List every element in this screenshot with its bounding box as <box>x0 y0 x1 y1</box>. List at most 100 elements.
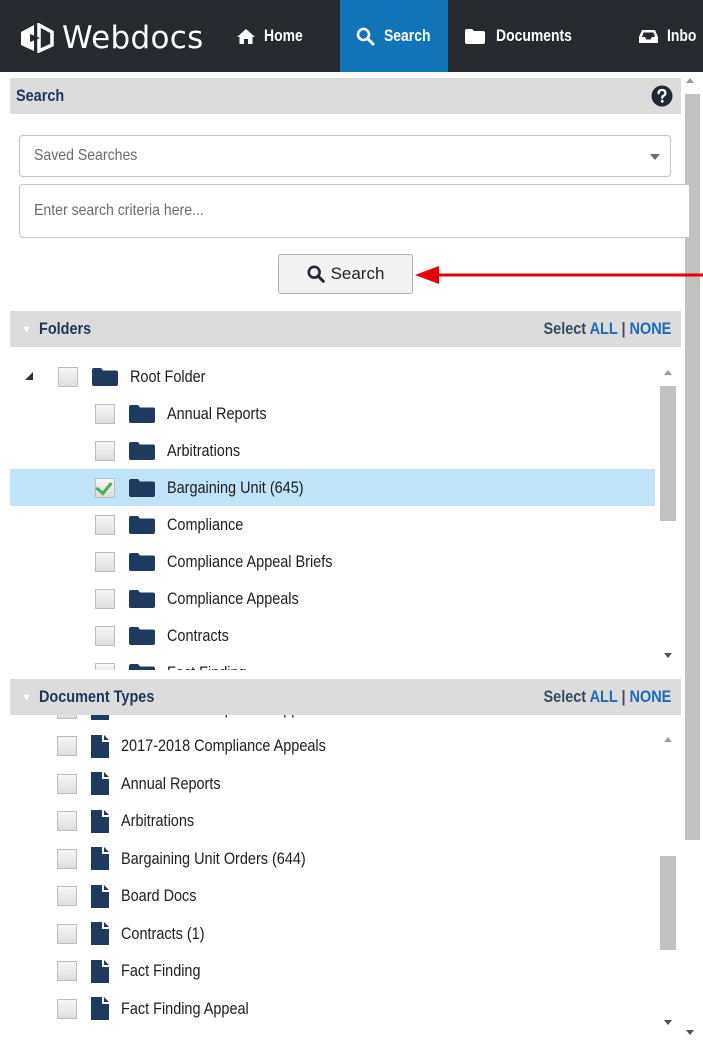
folder-checkbox[interactable] <box>95 440 115 461</box>
search-button[interactable]: Search <box>278 254 413 294</box>
folders-select-separator: | <box>621 319 626 338</box>
doctype-checkbox[interactable] <box>57 811 77 831</box>
doctype-row[interactable]: 2017-2018 Compliance Appeal Briefs <box>10 715 655 727</box>
doctypes-select-all-link[interactable]: ALL <box>589 687 617 706</box>
folder-label: Annual Reports <box>167 403 267 423</box>
question-circle-icon[interactable] <box>651 85 673 107</box>
folder-icon <box>129 442 155 460</box>
doctype-label: 2017-2018 Compliance Appeal Briefs <box>121 715 360 719</box>
doctype-row[interactable]: Fact Finding Appeal <box>10 990 655 1027</box>
brand[interactable]: Webdocs <box>18 18 204 58</box>
tree-expand-arrow-icon[interactable] <box>24 371 34 381</box>
folders-select-all-link[interactable]: ALL <box>589 319 617 338</box>
doctype-checkbox[interactable] <box>57 961 77 981</box>
saved-searches-placeholder: Saved Searches <box>34 147 138 164</box>
doctypes-scrollbar-thumb[interactable] <box>660 856 676 950</box>
folder-icon <box>129 405 155 423</box>
folder-label: Fact Finding <box>167 663 247 671</box>
doctype-row[interactable]: Bargaining Unit Orders (644) <box>10 840 655 877</box>
doctype-checkbox[interactable] <box>57 848 77 869</box>
nav-inbox[interactable]: Inbo <box>638 0 703 72</box>
nav-search[interactable]: Search <box>340 0 448 72</box>
collapse-arrow-icon[interactable]: ▾ <box>24 692 29 703</box>
doctype-checkbox[interactable] <box>57 715 77 719</box>
folder-icon <box>92 368 118 386</box>
folder-icon <box>129 627 155 645</box>
folders-select-none-link[interactable]: NONE <box>629 319 671 338</box>
search-criteria-input[interactable]: Enter search criteria here... <box>19 184 689 238</box>
folder-checkbox[interactable] <box>95 477 115 498</box>
folders-scrollbar[interactable] <box>656 358 678 670</box>
folder-row[interactable]: Bargaining Unit (645) <box>10 469 655 506</box>
nav-documents[interactable]: Documents <box>464 0 614 72</box>
folder-checkbox[interactable] <box>58 366 78 387</box>
doctypes-select-all-none: Select ALL | NONE <box>521 679 671 715</box>
doctype-row[interactable]: Board Docs <box>10 878 655 915</box>
search-panel-header: Search <box>10 78 681 114</box>
doctype-label: Contracts (1) <box>121 923 205 943</box>
folder-icon <box>129 516 155 534</box>
nav-documents-label: Documents <box>496 26 572 45</box>
document-icon <box>91 884 109 908</box>
folders-title: Folders <box>39 319 92 338</box>
document-types-panel-header: ▾ Document Types Select ALL | NONE <box>10 679 681 715</box>
folder-row[interactable]: Arbitrations <box>10 432 655 469</box>
doctype-checkbox[interactable] <box>57 923 77 944</box>
document-icon <box>91 809 109 833</box>
folder-label: Compliance Appeal Briefs <box>167 551 333 571</box>
folder-row[interactable]: Annual Reports <box>10 395 655 432</box>
page-scroll-down-icon[interactable] <box>686 1030 694 1035</box>
folder-label: Bargaining Unit (645) <box>167 477 304 497</box>
folder-row[interactable]: Compliance <box>10 506 655 543</box>
nav-inbox-label: Inbo <box>667 26 697 45</box>
folders-scrollbar-thumb[interactable] <box>660 386 676 521</box>
folder-row[interactable]: Fact Finding <box>10 654 655 670</box>
doctypes-scroll-down-icon[interactable] <box>664 1020 672 1025</box>
doctypes-select-none-link[interactable]: NONE <box>629 687 671 706</box>
folder-checkbox[interactable] <box>95 662 115 670</box>
folder-checkbox[interactable] <box>95 551 115 572</box>
doctype-row[interactable]: Annual Reports <box>10 765 655 802</box>
doctype-row[interactable]: Fact Finding <box>10 953 655 990</box>
doctype-row[interactable]: 2017-2018 Compliance Appeals <box>10 728 655 765</box>
nav-home[interactable]: Home <box>236 0 334 72</box>
document-icon <box>91 847 109 870</box>
folder-row-root[interactable]: Root Folder <box>58 358 655 395</box>
folder-icon <box>129 590 155 608</box>
page-scroll-up-icon[interactable] <box>686 78 694 83</box>
document-icon <box>91 997 109 1020</box>
search-button-label: Search <box>330 264 385 283</box>
folder-checkbox[interactable] <box>95 588 115 609</box>
saved-searches-select[interactable]: Saved Searches <box>19 135 671 177</box>
folder-checkbox[interactable] <box>95 403 115 424</box>
doctype-checkbox[interactable] <box>57 773 77 794</box>
annotation-arrow-icon <box>415 266 703 284</box>
folders-tree: Root Folder Annual Reports Arbitrations Ba… <box>10 358 680 670</box>
doctype-label: Annual Reports <box>121 773 221 793</box>
doctype-row[interactable]: Arbitrations <box>10 803 655 840</box>
doctype-row[interactable]: Contracts (1) <box>10 915 655 952</box>
doctype-checkbox[interactable] <box>57 736 77 756</box>
folder-checkbox[interactable] <box>95 514 115 535</box>
folder-row[interactable]: Compliance Appeal Briefs <box>10 543 655 580</box>
doctype-label: Fact Finding <box>121 961 201 980</box>
folders-panel-header: ▾ Folders Select ALL | NONE <box>10 311 681 347</box>
folders-scroll-down-icon[interactable] <box>664 653 672 658</box>
doctypes-scrollbar[interactable] <box>656 715 678 1040</box>
folder-row[interactable]: Contracts <box>10 617 655 654</box>
folder-label: Root Folder <box>130 366 206 386</box>
folder-label: Compliance Appeals <box>167 588 299 608</box>
top-navbar: Webdocs Home Search Documents Inbo <box>0 0 703 72</box>
folder-row[interactable]: Compliance Appeals <box>10 580 655 617</box>
doctype-checkbox[interactable] <box>57 886 77 906</box>
folder-icon <box>129 664 155 670</box>
folder-label: Contracts <box>167 625 229 645</box>
folder-checkbox[interactable] <box>95 625 115 646</box>
folders-scroll-up-icon[interactable] <box>664 370 672 375</box>
webdocs-logo-icon <box>21 23 54 53</box>
folder-label: Compliance <box>167 514 244 534</box>
doctypes-scroll-up-icon[interactable] <box>664 737 672 742</box>
document-icon <box>91 772 109 795</box>
doctype-checkbox[interactable] <box>57 998 77 1019</box>
collapse-arrow-icon[interactable]: ▾ <box>24 324 29 335</box>
